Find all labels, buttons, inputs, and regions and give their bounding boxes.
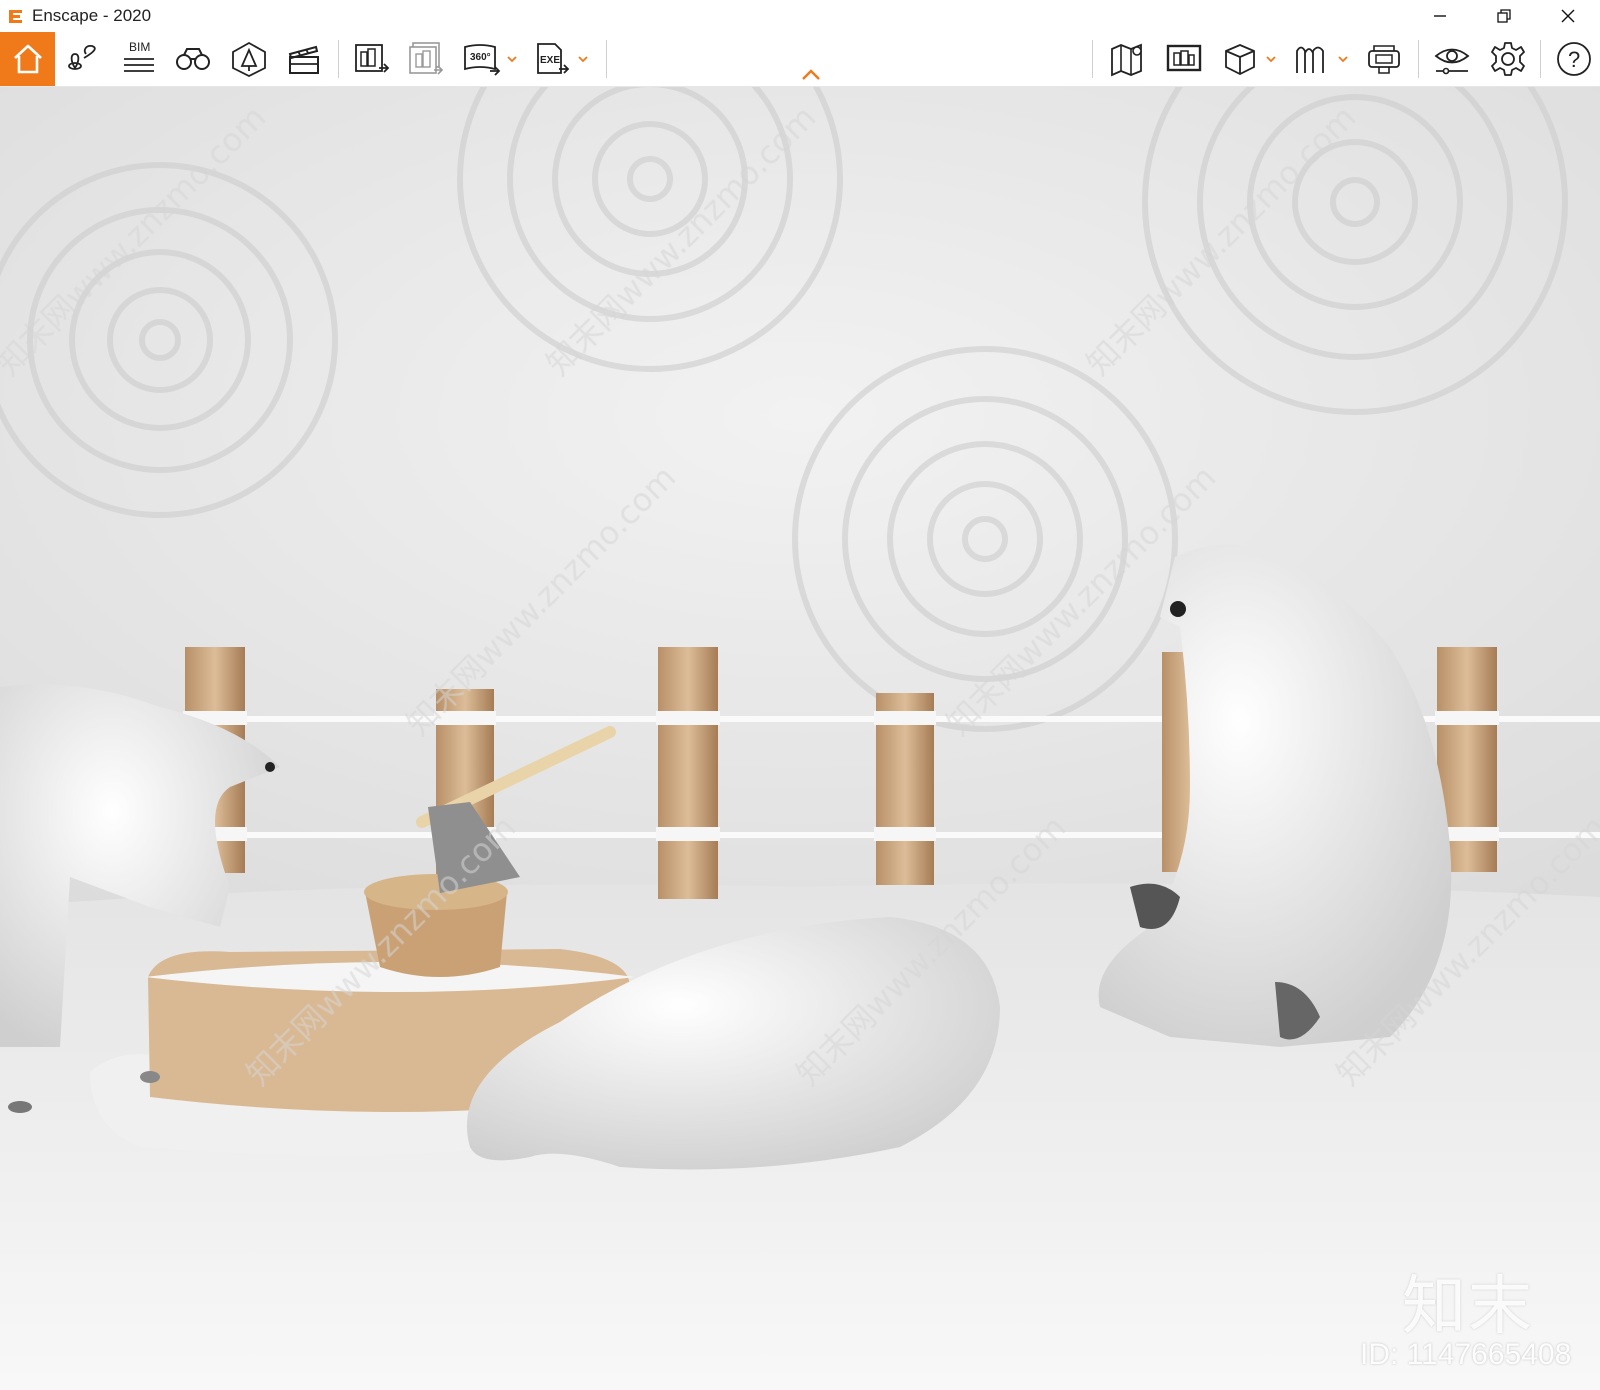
home-icon <box>13 44 42 74</box>
toolbar-separator <box>1092 40 1093 78</box>
video-editor-button[interactable] <box>282 32 326 86</box>
restore-button[interactable] <box>1472 0 1536 32</box>
exe-export-icon: EXE <box>537 43 570 74</box>
main-toolbar: BIM 360° EXE ? <box>0 32 1600 87</box>
map-button[interactable] <box>1106 32 1150 86</box>
panorama-360-icon: 360° <box>464 44 501 76</box>
visual-settings-button[interactable] <box>1430 32 1474 86</box>
home-button[interactable] <box>0 32 55 86</box>
binoculars-button[interactable] <box>171 32 215 86</box>
asset-library-button[interactable] <box>227 32 271 86</box>
clapperboard-icon <box>288 45 319 74</box>
chevron-down-icon[interactable] <box>505 52 519 66</box>
pebble <box>8 1101 32 1113</box>
render-viewport[interactable]: 知末网www.znzmo.com 知末网www.znzmo.com 知末网www… <box>0 87 1600 1390</box>
fence-post <box>656 647 720 899</box>
znzmo-logo-watermark: 知末 <box>1402 1270 1534 1344</box>
collapse-toolbar-icon[interactable] <box>799 68 823 82</box>
close-button[interactable] <box>1536 0 1600 32</box>
panorama-label: 360° <box>470 52 491 63</box>
vr-headset-button[interactable] <box>1362 32 1406 86</box>
toolbar-separator <box>1418 40 1419 78</box>
location-pin-icon <box>68 44 96 70</box>
window-controls <box>1408 0 1600 32</box>
eye-icon <box>1434 48 1470 75</box>
render-image-button[interactable] <box>404 32 448 86</box>
exe-label: EXE <box>540 55 560 66</box>
minimize-icon <box>1434 15 1446 17</box>
batch-render-button[interactable] <box>350 32 394 86</box>
map-icon <box>1111 43 1142 77</box>
settings-button[interactable] <box>1486 32 1530 86</box>
panorama-button[interactable]: 360° <box>460 32 504 86</box>
restore-icon <box>1497 9 1511 23</box>
monitor-button[interactable] <box>1162 32 1206 86</box>
gear-icon <box>1491 42 1525 76</box>
close-icon <box>1561 9 1575 23</box>
toolbar-separator <box>338 40 339 78</box>
help-label: ? <box>1568 47 1580 72</box>
binoculars-icon <box>176 48 210 70</box>
minimize-button[interactable] <box>1408 0 1472 32</box>
bim-button[interactable]: BIM <box>117 32 161 86</box>
help-icon: ? <box>1557 42 1591 76</box>
asset-library-icon <box>232 41 266 77</box>
image-id-watermark: ID: 1147665408 <box>1360 1338 1572 1371</box>
batch-render-icon <box>355 44 390 73</box>
views-button[interactable] <box>62 32 106 86</box>
pebble <box>140 1071 160 1083</box>
chevron-down-icon[interactable] <box>576 52 590 66</box>
cube-icon <box>1225 44 1255 76</box>
fence-post <box>874 693 936 885</box>
vr-headset-icon <box>1368 45 1400 74</box>
vr-paths-button[interactable] <box>1290 32 1334 86</box>
exe-export-button[interactable]: EXE <box>530 32 574 86</box>
chevron-down-icon[interactable] <box>1336 52 1350 66</box>
cube-button[interactable] <box>1218 32 1262 86</box>
enscape-logo-icon <box>9 10 22 23</box>
toolbar-separator <box>1540 40 1541 78</box>
chevron-down-icon[interactable] <box>1264 52 1278 66</box>
title-bar: Enscape - 2020 <box>0 0 1600 32</box>
bim-label: BIM <box>129 40 151 54</box>
window-title: Enscape - 2020 <box>32 6 152 25</box>
render-image-icon <box>409 42 444 75</box>
scene-render: 知末网www.znzmo.com 知末网www.znzmo.com 知末网www… <box>0 87 1600 1390</box>
monitor-icon <box>1166 44 1202 72</box>
toolbar-separator <box>606 40 607 78</box>
help-button[interactable]: ? <box>1552 32 1596 86</box>
vr-paths-icon <box>1296 46 1324 73</box>
